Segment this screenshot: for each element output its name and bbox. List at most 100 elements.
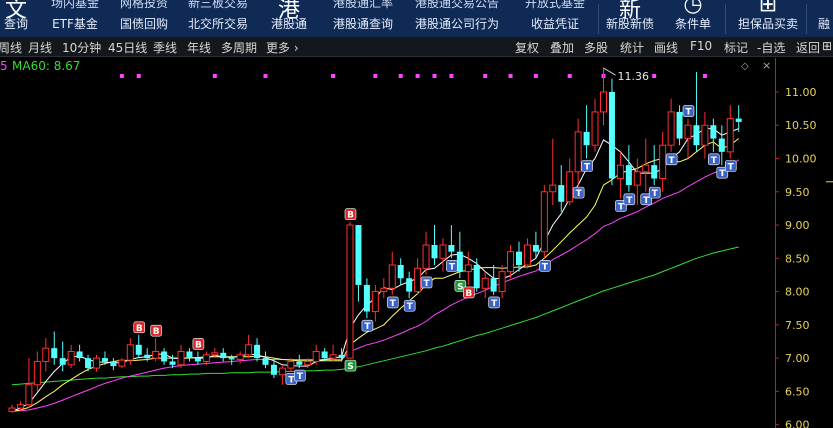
top-marker [136, 74, 141, 78]
top-marker [331, 74, 336, 78]
signal-letter: T [491, 299, 498, 309]
top-nav-label: 融 [817, 17, 830, 31]
candle-body [51, 348, 58, 359]
candle-body [304, 360, 312, 366]
tool-button-7[interactable]: -自选 [757, 39, 785, 56]
tool-button-2[interactable]: 多股 [584, 39, 608, 56]
candle-body [33, 360, 41, 386]
candle-body [363, 284, 370, 312]
period-tab-5[interactable]: 年线 [187, 39, 211, 56]
period-tab-2[interactable]: 10分钟 [62, 39, 101, 56]
tool-button-4[interactable]: 画线 [654, 39, 678, 56]
candle-body [735, 118, 742, 122]
tool-button-1[interactable]: 叠加 [550, 39, 574, 56]
candle-body [161, 351, 168, 362]
period-tab-3[interactable]: 45日线 [108, 39, 147, 56]
top-nav-item-10[interactable]: ⊞ 担保品买卖 [730, 0, 806, 37]
tool-button-8[interactable]: 返回 [796, 39, 820, 56]
candle-body [726, 118, 734, 153]
candle-body [287, 360, 295, 369]
top-nav-label: 担保品买卖 [737, 17, 798, 31]
period-tab-7[interactable]: 更多 › [266, 39, 299, 56]
signal-letter: B [153, 327, 160, 337]
period-tab-1[interactable]: 月线 [28, 39, 52, 56]
period-tab-0[interactable]: 周线 [0, 39, 22, 56]
top-nav-label-upper: 新三板交易 [187, 0, 248, 10]
signal-letter: T [390, 299, 397, 309]
candle-body [85, 358, 92, 369]
candle-body [329, 354, 337, 359]
candle-body [228, 358, 235, 360]
tool-button-0[interactable]: 复权 [515, 39, 539, 56]
top-nav-label: 港股通 [270, 17, 307, 31]
candle-body [321, 351, 328, 359]
top-nav-label: 港股通公司行为 [414, 17, 499, 31]
candle-body [659, 144, 667, 179]
candle-body [194, 358, 201, 362]
candle-body [380, 287, 388, 293]
top-nav-label: 新股新债 [605, 17, 654, 31]
signal-letter: T [449, 262, 456, 272]
candle-body [591, 111, 599, 146]
signal-letter: T [297, 372, 304, 382]
candle-body [186, 351, 193, 359]
tool-button-6[interactable]: 标记 [724, 39, 748, 56]
top-marker [449, 74, 454, 78]
tool-button-5[interactable]: F10 [690, 39, 712, 53]
signal-letter: T [652, 189, 659, 199]
candle-body [448, 245, 455, 252]
candle-body [642, 164, 650, 173]
candle-body [676, 111, 683, 139]
signal-letter: T [711, 156, 718, 166]
candle-body [76, 351, 83, 359]
period-tab-6[interactable]: 多周期 [221, 39, 257, 56]
top-marker [508, 74, 513, 78]
candle-body [245, 344, 253, 356]
candle-body [693, 125, 700, 146]
candle-body [346, 224, 354, 359]
top-nav-item-7[interactable]: 开放式基金 收益凭证 [513, 0, 597, 37]
candle-body [59, 358, 66, 365]
candle-body [152, 350, 160, 359]
top-nav-item-2[interactable]: 网格投资 国债回购 [112, 0, 176, 37]
candle-body [651, 165, 658, 179]
candle-body [126, 344, 134, 361]
top-marker [652, 74, 657, 78]
candle-body [481, 277, 489, 289]
top-nav-item-3[interactable]: 新三板交易 北交所交易 [180, 0, 256, 37]
candle-body [625, 165, 632, 186]
top-nav-item-4[interactable]: 港港股通 [262, 0, 316, 37]
top-nav-item-6[interactable]: 港股通交易公告港股通公司行为 [405, 0, 509, 37]
candle-body [439, 244, 447, 259]
candle-body [144, 354, 151, 359]
top-nav-item-1[interactable]: 场内基金 ETF基金 [40, 0, 110, 37]
candle-body [93, 357, 100, 369]
nav-separator [806, 4, 807, 34]
top-nav-item-5[interactable]: 港股通汇率 港股通查询 [325, 0, 401, 37]
candle-body [118, 359, 126, 367]
candle-body [710, 125, 717, 139]
candle-body [667, 111, 675, 146]
tool-button-3[interactable]: 统计 [620, 39, 644, 56]
period-tab-4[interactable]: 季线 [153, 39, 177, 56]
candle-body [600, 91, 607, 113]
top-nav-item-0[interactable]: 文查询 [0, 0, 32, 37]
top-nav-label-upper: 港股通交易公告 [414, 0, 499, 10]
candle-body [701, 124, 709, 146]
top-nav-label: 条件单 [674, 17, 711, 31]
candle-body [388, 264, 396, 289]
candle-body [574, 131, 582, 173]
top-nav-item-9[interactable]: ◷ 条件单 [668, 0, 718, 37]
candle-body [67, 350, 75, 366]
top-marker [533, 74, 538, 78]
tool-button-9[interactable]: ⊞ [822, 39, 832, 53]
top-nav-item-8[interactable]: 新新股新债 [602, 0, 658, 37]
signal-letter: T [407, 302, 414, 312]
signal-letter: T [584, 163, 591, 173]
candle-body [473, 264, 480, 289]
candle-body [220, 352, 227, 359]
top-nav-item-11[interactable]: 融 [812, 0, 833, 37]
candle-body [236, 354, 244, 360]
candlestick-chart[interactable]: 6.006.507.007.508.008.509.009.5010.0010.… [0, 58, 833, 428]
candle-body [262, 358, 269, 365]
